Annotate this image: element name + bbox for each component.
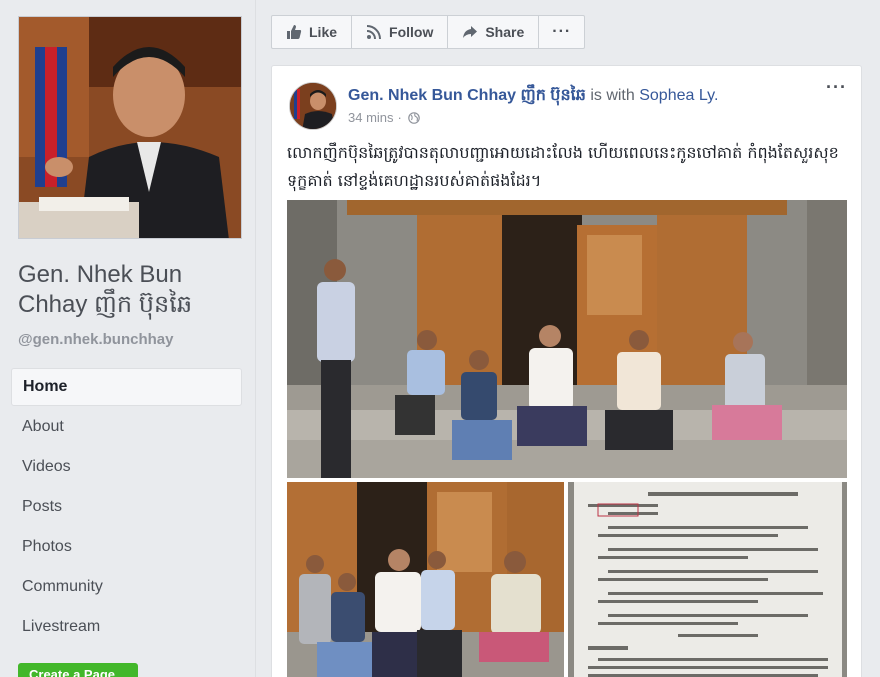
main-column: Like Follow Share ··· Gen. Nhek Bun Chha… (256, 0, 880, 677)
post-header: Gen. Nhek Bun Chhay ញឹក ប៊ុនឆៃ is with S… (348, 84, 718, 108)
post-timestamp[interactable]: 34 mins (348, 110, 394, 125)
tagged-user-link[interactable]: Sophea Ly. (639, 87, 718, 104)
thumbs-up-icon (286, 24, 302, 40)
nav-item-about[interactable]: About (11, 408, 242, 446)
page-nav: Home About Videos Posts Photos Community… (11, 368, 242, 648)
meta-separator: · (397, 110, 402, 125)
follow-button[interactable]: Follow (352, 15, 449, 49)
nav-item-home[interactable]: Home (11, 368, 242, 406)
post-photo-document[interactable] (568, 482, 847, 677)
page-action-bar: Like Follow Share ··· (271, 15, 586, 49)
page-username[interactable]: @gen.nhek.bunchhay (18, 331, 173, 348)
nav-item-livestream[interactable]: Livestream (11, 608, 242, 646)
like-button[interactable]: Like (271, 15, 353, 49)
post-author-avatar[interactable] (289, 82, 337, 130)
post-meta: 34 mins · (348, 110, 420, 125)
nav-item-posts[interactable]: Posts (11, 488, 242, 526)
nav-item-photos[interactable]: Photos (11, 528, 242, 566)
create-page-button[interactable]: Create a Page (18, 663, 138, 677)
post-author-link[interactable]: Gen. Nhek Bun Chhay ញឹក ប៊ុនឆៃ (348, 87, 586, 104)
globe-icon[interactable] (408, 111, 420, 124)
profile-picture[interactable] (18, 16, 242, 239)
more-dots-icon: ··· (552, 23, 572, 40)
share-arrow-icon (462, 24, 478, 40)
like-label: Like (309, 24, 338, 40)
share-label: Share (485, 24, 525, 40)
nav-item-videos[interactable]: Videos (11, 448, 242, 486)
page-sidebar: Gen. Nhek Bun Chhay ញឹក ប៊ុនឆៃ @gen.nhek… (0, 0, 255, 677)
page-title[interactable]: Gen. Nhek Bun Chhay ញឹក ប៊ុនឆៃ (18, 260, 243, 320)
post-options-button[interactable]: ··· (826, 78, 847, 96)
rss-icon (366, 24, 382, 40)
feed-post: Gen. Nhek Bun Chhay ញឹក ប៊ុនឆៃ is with S… (271, 65, 862, 677)
post-body-text: លោកញឹកប៊ុនឆៃត្រូវបានតុលាបញ្ជាអោយដោះលែង ហ… (287, 143, 839, 190)
post-photo-main[interactable] (287, 200, 847, 478)
follow-label: Follow (389, 24, 434, 40)
nav-item-community[interactable]: Community (11, 568, 242, 606)
share-button[interactable]: Share (448, 15, 540, 49)
more-actions-button[interactable]: ··· (539, 15, 586, 49)
with-text: is with (590, 87, 635, 104)
post-photo-2[interactable] (287, 482, 564, 677)
